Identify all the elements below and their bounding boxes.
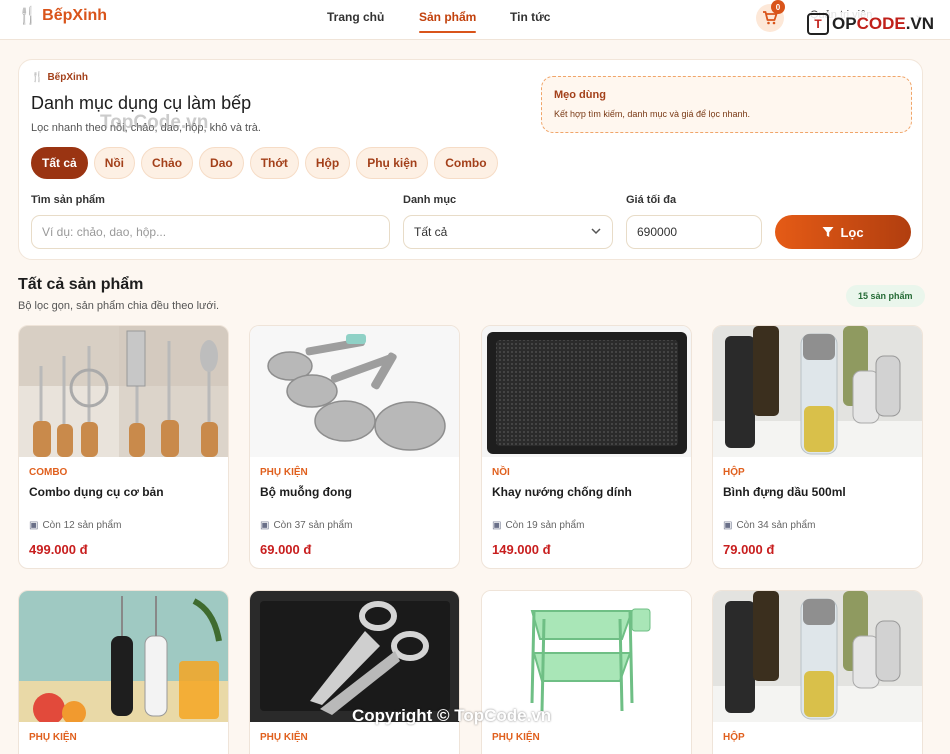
product-image <box>19 591 228 722</box>
product-image <box>482 326 691 457</box>
max-price-input[interactable]: 690000 <box>626 215 762 249</box>
product-card[interactable]: NỒI Khay nướng chống dính ▣ Còn 19 sản ph… <box>481 325 692 569</box>
panel-brand-label: BếpXinh <box>47 72 89 83</box>
product-card[interactable]: PHỤ KIỆN Bộ muỗng đong ▣ Còn 37 sản phẩm … <box>249 325 460 569</box>
product-stock: ▣ Còn 37 sản phẩm <box>260 520 352 531</box>
product-card[interactable]: PHỤ KIỆN <box>481 590 692 754</box>
product-card[interactable]: COMBO Combo dụng cụ cơ bản ▣ Còn 12 sản p… <box>18 325 229 569</box>
cart-count-badge: 0 <box>771 0 785 14</box>
tip-box: Mẹo dùng Kết hợp tìm kiếm, danh mục và g… <box>541 76 912 133</box>
filter-panel: 🍴 BếpXinh Danh mục dụng cụ làm bếp Lọc n… <box>18 59 923 260</box>
product-category: PHỤ KIỆN <box>29 732 77 743</box>
nav-news[interactable]: Tin tức <box>510 10 550 24</box>
brand-logo[interactable]: 🍴 BếpXinh <box>17 6 107 26</box>
chip-all[interactable]: Tất cả <box>31 147 88 179</box>
product-name: Bình đựng dầu 500ml <box>723 485 846 499</box>
topcode-logo-mark: T <box>807 13 829 35</box>
search-label: Tìm sản phẩm <box>31 194 105 206</box>
brand-name: BếpXinh <box>42 7 108 24</box>
product-price: 499.000 đ <box>29 542 88 557</box>
box-icon: ▣ <box>260 520 270 531</box>
product-category: HỘP <box>723 732 745 743</box>
panel-brand: 🍴 BếpXinh <box>31 72 88 83</box>
chip-pan[interactable]: Chảo <box>141 147 194 179</box>
product-category: NỒI <box>492 467 510 478</box>
category-select-value: Tất cả <box>414 225 448 239</box>
product-stock: ▣ Còn 12 sản phẩm <box>29 520 121 531</box>
funnel-icon <box>822 227 834 237</box>
chip-accessory[interactable]: Phụ kiện <box>356 147 429 179</box>
tip-title: Mẹo dùng <box>554 89 606 101</box>
product-card[interactable]: PHỤ KIỆN <box>249 590 460 754</box>
product-stock-label: Còn 19 sản phẩm <box>505 520 585 531</box>
product-price: 79.000 đ <box>723 542 775 557</box>
product-image <box>19 326 228 457</box>
product-stock-label: Còn 34 sản phẩm <box>736 520 816 531</box>
product-category: PHỤ KIỆN <box>260 732 308 743</box>
product-stock-label: Còn 12 sản phẩm <box>42 520 122 531</box>
box-icon: ▣ <box>29 520 39 531</box>
chip-box[interactable]: Hộp <box>304 147 351 179</box>
product-category: HỘP <box>723 467 745 478</box>
product-image <box>713 591 922 722</box>
product-count-badge: 15 sản phẩm <box>846 285 925 307</box>
filter-button-label: Lọc <box>840 224 864 240</box>
product-category: COMBO <box>29 467 68 478</box>
max-price-label: Giá tối đa <box>626 194 677 206</box>
product-name: Khay nướng chống dính <box>492 485 632 499</box>
product-name: Bộ muỗng đong <box>260 485 352 499</box>
box-icon: ▣ <box>723 520 733 531</box>
page-title: Danh mục dụng cụ làm bếp <box>31 93 252 113</box>
product-image <box>482 591 691 722</box>
copyright-watermark: Copyright © TopCode.vn <box>352 706 552 725</box>
product-name: Combo dụng cụ cơ bản <box>29 485 164 499</box>
category-select[interactable]: Tất cả <box>403 215 613 249</box>
product-price: 69.000 đ <box>260 542 312 557</box>
product-card[interactable]: PHỤ KIỆN <box>18 590 229 754</box>
product-image <box>250 591 459 722</box>
product-card[interactable]: HỘP <box>712 590 923 754</box>
section-subtitle: Bộ lọc gọn, sản phẩm chia đều theo lưới. <box>18 300 220 312</box>
topcode-logo: T OPCODE.VN <box>804 12 938 36</box>
chip-knife[interactable]: Dao <box>199 147 244 179</box>
search-input[interactable]: Ví dụ: chảo, dao, hộp... <box>31 215 390 249</box>
category-label: Danh mục <box>403 194 457 206</box>
product-price: 149.000 đ <box>492 542 551 557</box>
product-stock: ▣ Còn 34 sản phẩm <box>723 520 815 531</box>
tip-text: Kết hợp tìm kiếm, danh mục và giá để lọc… <box>554 109 751 119</box>
product-stock-label: Còn 37 sản phẩm <box>273 520 353 531</box>
fork-knife-icon: 🍴 <box>17 6 39 25</box>
nav-products[interactable]: Sản phẩm <box>419 10 477 33</box>
section-title: Tất cả sản phẩm <box>18 276 144 293</box>
chip-board[interactable]: Thớt <box>249 147 299 179</box>
product-image <box>250 326 459 457</box>
product-image <box>713 326 922 457</box>
product-stock: ▣ Còn 19 sản phẩm <box>492 520 584 531</box>
box-icon: ▣ <box>492 520 502 531</box>
watermark-center: TopCode.vn <box>100 112 209 133</box>
nav-home[interactable]: Trang chủ <box>327 10 384 24</box>
chip-pot[interactable]: Nồi <box>93 147 136 179</box>
product-category: PHỤ KIỆN <box>492 732 540 743</box>
product-category: PHỤ KIỆN <box>260 467 308 478</box>
fork-knife-icon: 🍴 <box>31 72 44 83</box>
chevron-down-icon <box>591 228 601 235</box>
top-header: 🍴 BếpXinh Trang chủ Sản phẩm Tin tức 0 Q… <box>0 0 950 40</box>
filter-button[interactable]: Lọc <box>775 215 911 249</box>
product-card[interactable]: HỘP Bình đựng dầu 500ml ▣ Còn 34 sản phẩm… <box>712 325 923 569</box>
topcode-logo-text: OPCODE.VN <box>832 14 935 33</box>
category-chips: Tất cả Nồi Chảo Dao Thớt Hộp Phụ kiện Co… <box>31 147 498 179</box>
chip-combo[interactable]: Combo <box>434 147 498 179</box>
